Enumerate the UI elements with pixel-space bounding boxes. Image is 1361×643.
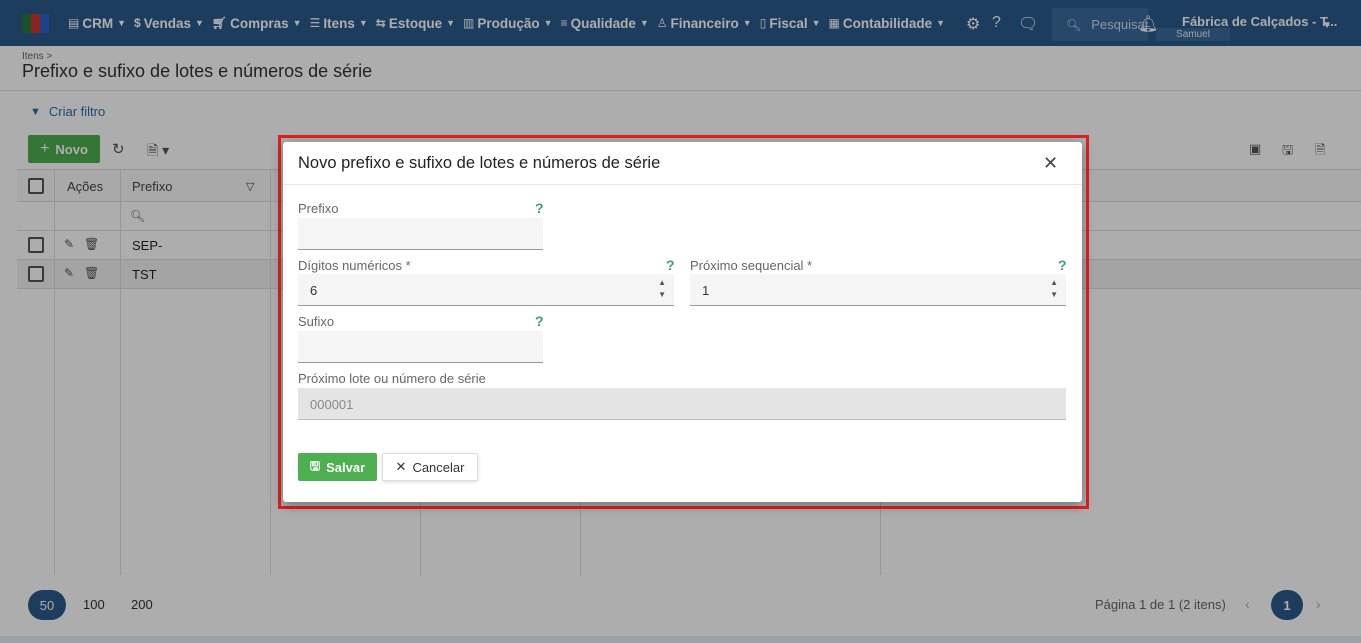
- save-floppy-icon: 🖫︎: [309, 458, 321, 473]
- suffix-input[interactable]: [298, 331, 543, 363]
- save-button-label: Salvar: [326, 459, 366, 475]
- close-icon: ✕: [395, 459, 407, 474]
- prefix-help-icon[interactable]: ?: [535, 200, 544, 216]
- next-lot-readonly-field: 000001: [298, 388, 1066, 420]
- prefix-input[interactable]: [298, 218, 543, 250]
- save-button[interactable]: 🖫︎ Salvar: [298, 453, 377, 481]
- suffix-label: Sufixo: [298, 314, 335, 329]
- next-sequence-label: Próximo sequencial *: [690, 258, 813, 273]
- digits-number-input[interactable]: 6 ▲ ▼: [298, 274, 674, 306]
- next-sequence-number-input[interactable]: 1 ▲ ▼: [690, 274, 1066, 306]
- next-sequence-value: 1: [702, 283, 710, 298]
- next-sequence-help-icon[interactable]: ?: [1058, 257, 1067, 273]
- cancel-button-label: Cancelar: [412, 459, 465, 475]
- next-lot-label: Próximo lote ou número de série: [298, 371, 486, 386]
- close-icon[interactable]: ✕: [1043, 153, 1058, 174]
- digits-label: Dígitos numéricos *: [298, 258, 411, 273]
- dialog-title: Novo prefixo e sufixo de lotes e números…: [298, 154, 661, 172]
- stepper-arrows-icon[interactable]: ▲ ▼: [1050, 277, 1058, 301]
- stepper-arrows-icon[interactable]: ▲ ▼: [658, 277, 666, 301]
- new-prefix-dialog: Novo prefixo e sufixo de lotes e números…: [283, 142, 1082, 502]
- suffix-help-icon[interactable]: ?: [535, 313, 544, 329]
- cancel-button[interactable]: ✕ Cancelar: [382, 453, 478, 481]
- digits-help-icon[interactable]: ?: [666, 257, 675, 273]
- prefix-label: Prefixo: [298, 201, 339, 216]
- dialog-divider: [283, 184, 1082, 185]
- digits-value: 6: [310, 283, 318, 298]
